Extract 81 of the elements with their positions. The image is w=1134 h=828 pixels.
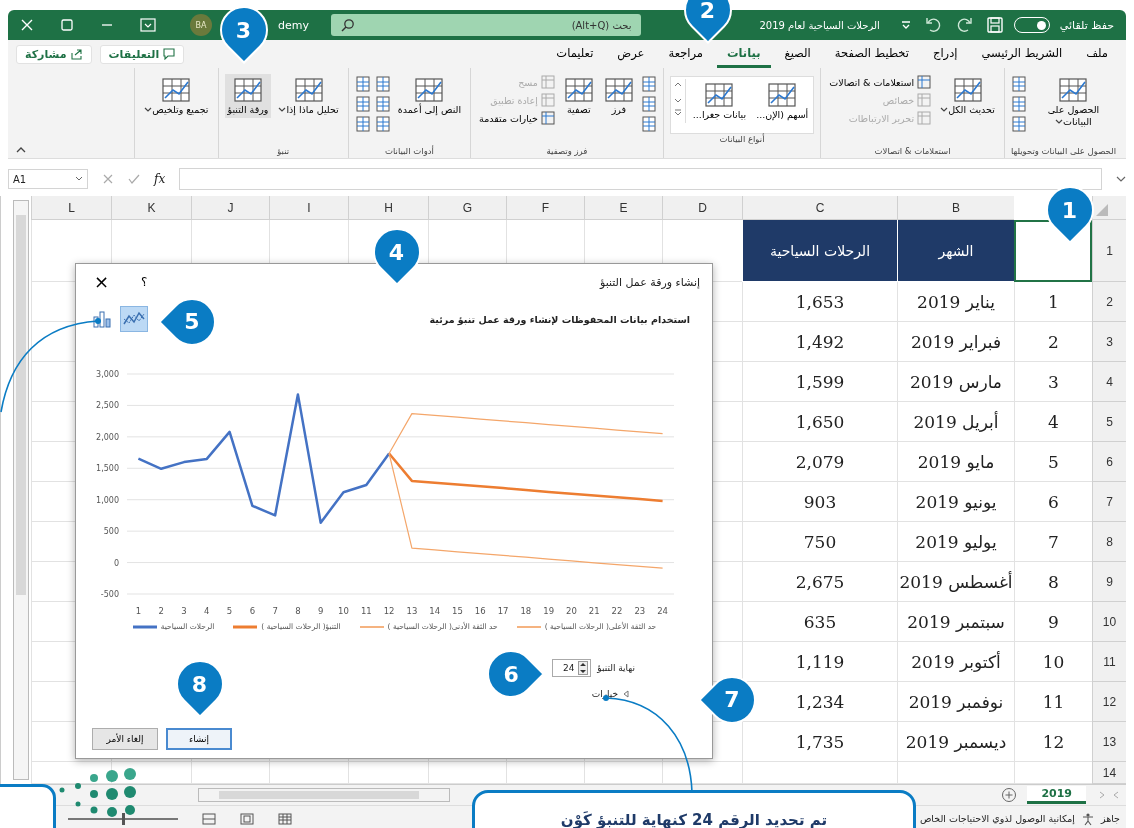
table-cell: 1,653: [742, 282, 897, 322]
axis-label: 500: [103, 527, 119, 537]
header-cell: الرحلات السياحية: [742, 220, 897, 282]
axis-label: 2: [158, 606, 164, 616]
dialog-title: إنشاء ورقة عمل التنبؤ: [599, 275, 700, 289]
table-cell: مارس 2019: [897, 362, 1014, 402]
axis-label: 16: [474, 606, 486, 616]
group-label: فرز وتصفية: [546, 146, 588, 156]
table-cell: 2,675: [742, 562, 897, 602]
axis-label: 1,000: [96, 495, 119, 505]
table-cell: 9: [1014, 602, 1092, 642]
axis-label: 14: [429, 606, 441, 616]
group-label: تنبؤ: [277, 146, 290, 156]
axis-label: 1,500: [96, 464, 119, 474]
table-cell: 12: [1014, 722, 1092, 762]
callout-note: تم تحديد الرقم 24 كنهاية للتنبؤ كَوْن: [472, 790, 916, 828]
group-label: أنواع البيانات: [719, 134, 765, 144]
table-cell: 8: [1014, 562, 1092, 602]
table-cell: 635: [742, 602, 897, 642]
axis-label: 9: [318, 606, 324, 616]
axis-label: 13: [406, 606, 418, 616]
group-label: أدوات البيانات: [384, 146, 434, 156]
axis-label: 23: [634, 606, 646, 616]
table-cell: 1,119: [742, 642, 897, 682]
header-cell: الشهر: [897, 220, 1014, 282]
table-cell: 11: [1014, 682, 1092, 722]
axis-label: 6: [249, 606, 256, 616]
table-cell: 1,650: [742, 402, 897, 442]
axis-label: 10: [338, 606, 349, 616]
table-cell: سبتمبر 2019: [897, 602, 1014, 642]
table-cell: 6: [1014, 482, 1092, 522]
axis-label: 18: [520, 606, 532, 616]
table-cell: 903: [742, 482, 897, 522]
status-text: جاهز: [1100, 813, 1120, 824]
axis-label: 5: [226, 606, 233, 616]
axis-label: 21: [588, 606, 600, 616]
axis-label: 3: [181, 606, 187, 616]
axis-label: 12: [383, 606, 395, 616]
group-label: الحصول على البيانات وتحويلها: [1010, 146, 1116, 156]
axis-label: 2,500: [96, 401, 119, 411]
table-cell: 10: [1014, 642, 1092, 682]
table-cell: 2,079: [742, 442, 897, 482]
axis-label: 15: [452, 606, 463, 616]
table-cell: 7: [1014, 522, 1092, 562]
table-cell: أكتوبر 2019: [897, 642, 1014, 682]
axis-label: 4: [204, 606, 210, 616]
dialog-description: استخدام بيانات المحفوظات لإنشاء ورقة عمل تنبؤ مرئية: [429, 313, 691, 325]
axis-label: 3,000: [96, 370, 119, 379]
table-cell: يونيو 2019: [897, 482, 1014, 522]
axis-label: 17: [497, 606, 509, 616]
table-cell: 1,492: [742, 322, 897, 362]
axis-label: -500: [100, 590, 119, 599]
table-cell: نوفمبر 2019: [897, 682, 1014, 722]
forecast-end-label: نهاية التنبؤ: [597, 663, 635, 673]
table-cell: 3: [1014, 362, 1092, 402]
axis-label: 22: [611, 606, 623, 616]
group-label: استعلامات & اتصالات: [874, 146, 951, 156]
table-cell: يوليو 2019: [897, 522, 1014, 562]
table-cell: أبريل 2019: [897, 402, 1014, 442]
axis-label: 7: [272, 606, 278, 616]
axis-label: 24: [657, 606, 668, 616]
table-cell: 750: [742, 522, 897, 562]
table-cell: يناير 2019: [897, 282, 1014, 322]
autosave-label: حفظ تلقائي: [1059, 18, 1114, 32]
table-cell: 4: [1014, 402, 1092, 442]
axis-label: 8: [295, 606, 301, 616]
table-cell: أغسطس 2019: [897, 562, 1014, 602]
axis-label: 0: [113, 558, 119, 568]
table-cell: 1: [1014, 282, 1092, 322]
axis-label: 20: [566, 606, 577, 616]
axis-label: 19: [543, 606, 555, 616]
table-cell: ديسمبر 2019: [897, 722, 1014, 762]
table-cell: 1,735: [742, 722, 897, 762]
table-cell: فبراير 2019: [897, 322, 1014, 362]
table-cell: 5: [1014, 442, 1092, 482]
axis-label: 1: [135, 606, 142, 616]
table-cell: 2: [1014, 322, 1092, 362]
axis-label: 11: [360, 606, 372, 616]
axis-label: 2,000: [96, 432, 119, 442]
table-cell: 1,599: [742, 362, 897, 402]
table-cell: مايو 2019: [897, 442, 1014, 482]
